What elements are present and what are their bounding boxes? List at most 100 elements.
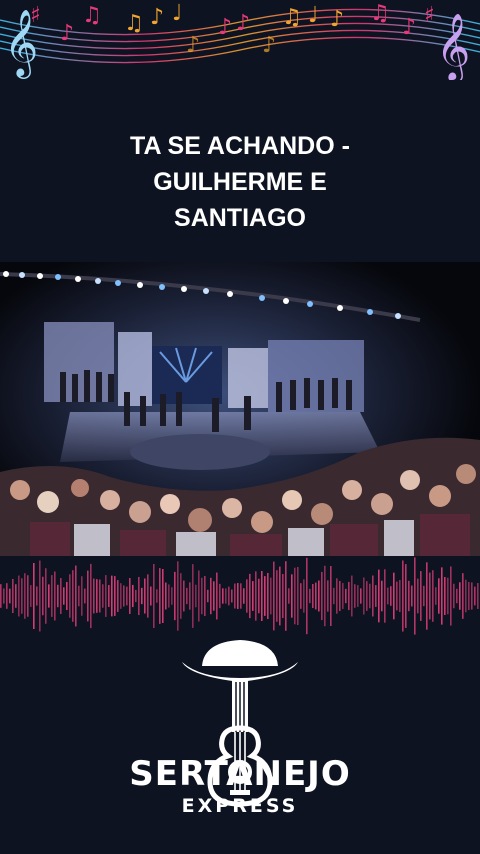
- waveform-bar: [375, 585, 377, 607]
- waveform-bar: [12, 578, 14, 614]
- waveform-bar: [435, 587, 437, 605]
- waveform-bar: [252, 581, 254, 611]
- waveform-bar: [297, 566, 299, 626]
- waveform-bar: [372, 575, 374, 617]
- waveform-bar: [63, 587, 65, 605]
- waveform-bar: [339, 580, 341, 612]
- svg-text:♪: ♪: [186, 33, 200, 58]
- waveform-bar: [9, 588, 11, 604]
- waveform-bar: [117, 580, 119, 612]
- waveform-bar: [393, 572, 395, 620]
- waveform-bar: [249, 573, 251, 619]
- waveform-bar: [237, 583, 239, 609]
- waveform-bar: [270, 577, 272, 615]
- waveform-bar: [33, 562, 35, 630]
- waveform-bar: [348, 581, 350, 611]
- waveform-bar: [321, 571, 323, 621]
- waveform-bar: [93, 578, 95, 614]
- svg-text:♪: ♪: [330, 7, 344, 32]
- waveform-bar: [78, 585, 80, 607]
- waveform-bar: [363, 577, 365, 615]
- waveform-bar: [105, 575, 107, 617]
- waveform-bar: [429, 572, 431, 620]
- waveform-bar: [219, 583, 221, 609]
- svg-text:♪: ♪: [236, 11, 250, 36]
- waveform-bar: [114, 576, 116, 616]
- waveform-bar: [357, 585, 359, 607]
- waveform-bar: [426, 562, 428, 630]
- waveform-bar: [180, 573, 182, 619]
- waveform-bar: [27, 575, 29, 617]
- waveform-bar: [135, 589, 137, 603]
- waveform-bar: [189, 582, 191, 610]
- waveform-bar: [336, 578, 338, 614]
- waveform-bar: [345, 588, 347, 604]
- svg-text:♩: ♩: [172, 1, 182, 26]
- waveform-bar: [186, 587, 188, 605]
- waveform-bar: [6, 583, 8, 609]
- concert-video[interactable]: [0, 262, 480, 556]
- waveform-bar: [453, 583, 455, 609]
- waveform-bar: [75, 565, 77, 627]
- waveform-bar: [354, 584, 356, 608]
- song-title: TA SE ACHANDO - GUILHERME E SANTIAGO: [130, 132, 350, 232]
- waveform-bar: [474, 586, 476, 606]
- waveform-bar: [210, 577, 212, 615]
- svg-text:♫: ♫: [124, 11, 144, 36]
- waveform-bar: [462, 573, 464, 619]
- waveform-bar: [159, 568, 161, 624]
- waveform-bar: [177, 561, 179, 631]
- waveform-bar: [303, 579, 305, 613]
- brand-subtitle: EXPRESS: [181, 795, 299, 817]
- waveform-bar: [267, 572, 269, 620]
- waveform-bar: [72, 570, 74, 622]
- waveform-bar: [213, 581, 215, 611]
- waveform-bar: [150, 586, 152, 606]
- waveform-bar: [54, 571, 56, 621]
- waveform-bar: [384, 569, 386, 623]
- waveform-bar: [381, 580, 383, 612]
- svg-text:♪: ♪: [60, 21, 74, 46]
- waveform-bar: [225, 588, 227, 604]
- waveform-bar: [156, 589, 158, 603]
- waveform-bar: [15, 584, 17, 608]
- waveform-bar: [174, 571, 176, 621]
- waveform-bar: [165, 582, 167, 610]
- waveform-bar: [264, 576, 266, 616]
- waveform-bar: [309, 588, 311, 604]
- waveform-bar: [276, 570, 278, 622]
- svg-text:♫: ♫: [282, 5, 302, 30]
- waveform-bar: [60, 578, 62, 614]
- waveform-bar: [39, 560, 41, 632]
- waveform-bar: [123, 585, 125, 607]
- waveform-bar: [300, 583, 302, 609]
- svg-text:♯: ♯: [424, 3, 435, 28]
- svg-text:♪: ♪: [150, 5, 164, 30]
- waveform-bar: [138, 576, 140, 616]
- waveform-bar: [24, 573, 26, 619]
- waveform-bar: [69, 574, 71, 618]
- waveform-bar: [3, 588, 5, 604]
- waveform-bar: [447, 577, 449, 615]
- waveform-bar: [246, 579, 248, 613]
- waveform-bar: [369, 583, 371, 609]
- waveform-bar: [111, 575, 113, 617]
- waveform-bar: [144, 578, 146, 614]
- waveform-bar: [243, 588, 245, 604]
- waveform-bar: [48, 584, 50, 608]
- waveform-bar: [0, 584, 2, 608]
- waveform-bar: [129, 578, 131, 614]
- waveform-bar: [261, 571, 263, 621]
- waveform-bar: [195, 584, 197, 608]
- waveform-bar: [465, 579, 467, 613]
- waveform-bar: [294, 567, 296, 625]
- waveform-bar: [288, 588, 290, 604]
- waveform-bar: [96, 579, 98, 613]
- waveform-bar: [312, 584, 314, 608]
- waveform-bar: [192, 564, 194, 628]
- waveform-bar: [417, 578, 419, 614]
- waveform-bar: [240, 583, 242, 609]
- waveform-bar: [306, 557, 308, 635]
- waveform-bar: [90, 563, 92, 629]
- waveform-bar: [216, 572, 218, 620]
